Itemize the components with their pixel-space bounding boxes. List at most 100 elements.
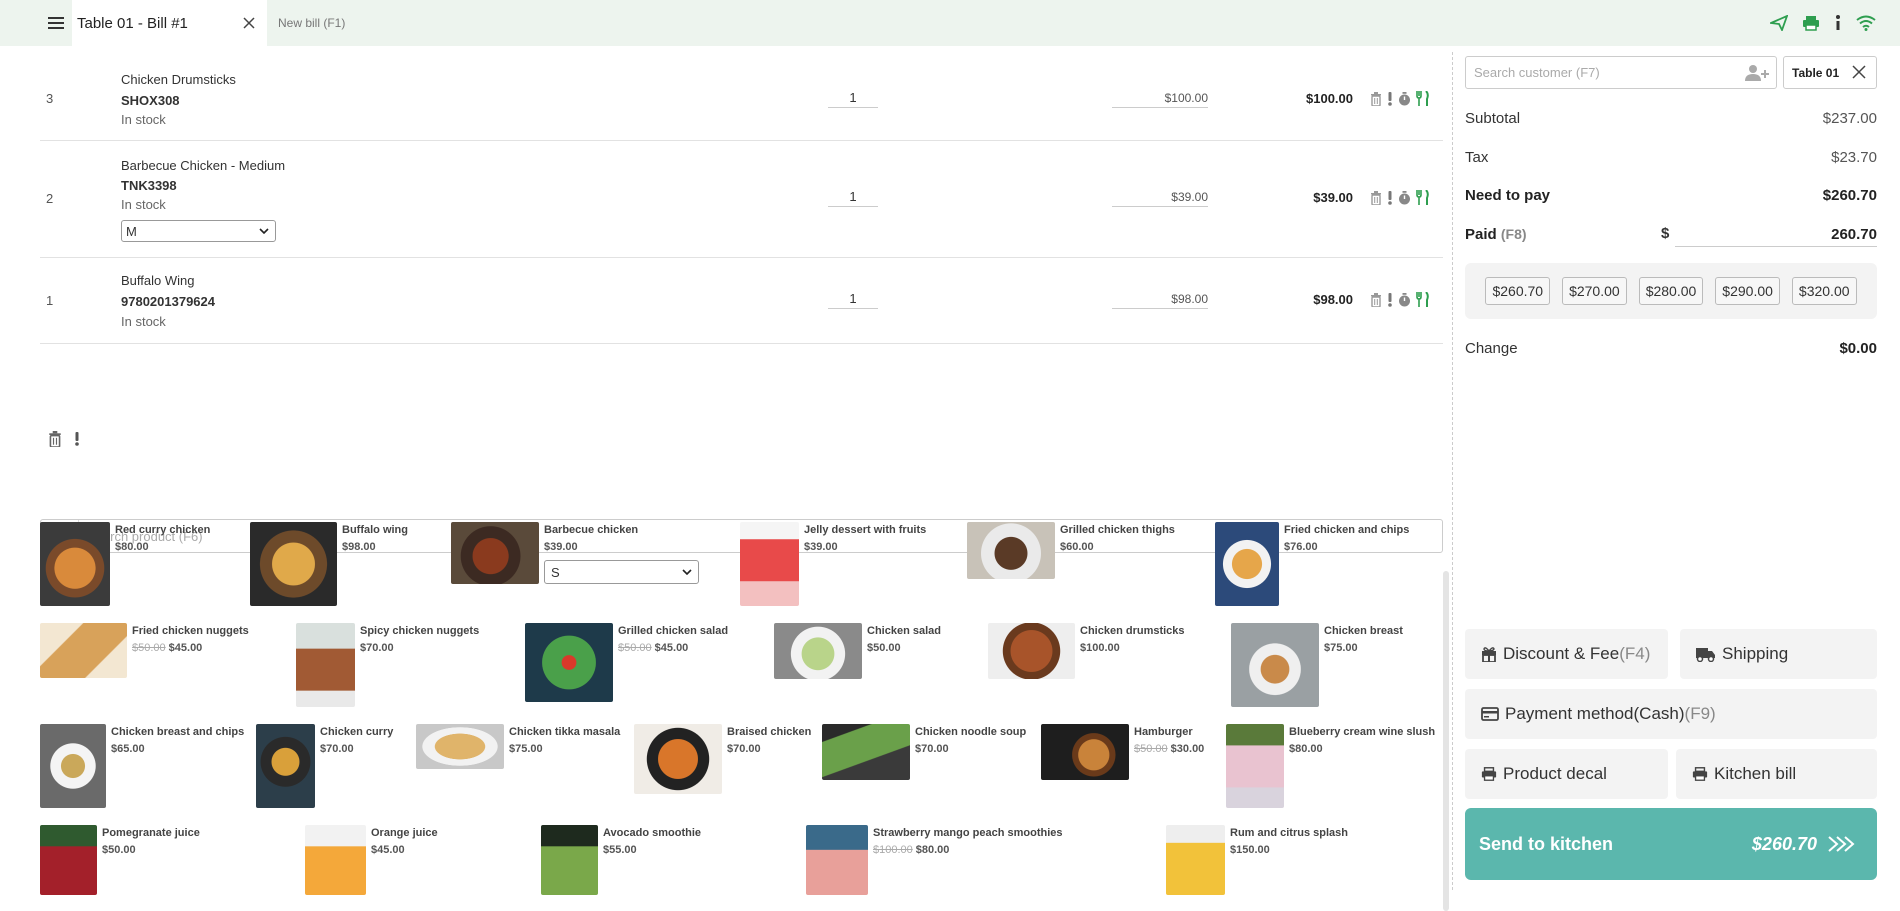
line-qty-input[interactable]: 1 bbox=[828, 187, 878, 207]
line-total: $100.00 bbox=[1306, 91, 1353, 106]
product-card[interactable]: Strawberry mango peach smoothies $100.00 $… bbox=[806, 825, 1063, 895]
exclamation-icon[interactable] bbox=[74, 431, 80, 447]
product-price: $80.00 bbox=[915, 844, 950, 856]
product-size-select[interactable]: S bbox=[544, 560, 699, 584]
product-card[interactable]: Chicken breast and chips $65.00 bbox=[40, 724, 244, 808]
remove-table-button[interactable] bbox=[1852, 65, 1866, 79]
tab-new-bill[interactable]: New bill (F1) bbox=[278, 16, 345, 30]
product-price: $76.00 bbox=[1284, 541, 1318, 553]
trash-icon[interactable] bbox=[1370, 190, 1382, 205]
product-card[interactable]: Chicken breast $75.00 bbox=[1231, 623, 1403, 707]
line-price-input[interactable]: $100.00 bbox=[1112, 88, 1208, 108]
product-card[interactable]: Orange juice $45.00 bbox=[305, 825, 438, 895]
customer-search-input[interactable] bbox=[1474, 65, 1734, 80]
product-card[interactable]: Pomegranate juice $50.00 bbox=[40, 825, 200, 895]
product-name: Chicken salad bbox=[867, 625, 941, 637]
product-card[interactable]: Blueberry cream wine slush $80.00 bbox=[1226, 724, 1435, 808]
close-icon bbox=[1852, 65, 1866, 79]
product-image bbox=[967, 522, 1055, 579]
paid-input[interactable]: 260.70 bbox=[1675, 223, 1877, 247]
line-qty-input[interactable]: 1 bbox=[828, 88, 878, 108]
quick-amount-button[interactable]: $290.00 bbox=[1715, 277, 1780, 305]
product-card[interactable]: Barbecue chicken $39.00 S bbox=[451, 522, 699, 584]
line-sku: TNK3398 bbox=[121, 178, 177, 193]
product-image bbox=[40, 522, 110, 606]
exclamation-icon[interactable] bbox=[1387, 190, 1393, 205]
wifi-icon[interactable] bbox=[1856, 15, 1876, 31]
hamburger-icon bbox=[48, 17, 64, 29]
product-card[interactable]: Fried chicken and chips $76.00 bbox=[1215, 522, 1409, 606]
printer-icon bbox=[1481, 766, 1497, 782]
send-to-kitchen-button[interactable]: Send to kitchen $260.70 bbox=[1465, 808, 1877, 880]
printer-icon bbox=[1692, 766, 1708, 782]
menu-button[interactable] bbox=[41, 8, 71, 38]
line-qty-input[interactable]: 1 bbox=[828, 289, 878, 309]
line-price-input[interactable]: $39.00 bbox=[1112, 187, 1208, 207]
printer-icon[interactable] bbox=[1802, 15, 1820, 31]
line-price-input[interactable]: $98.00 bbox=[1112, 289, 1208, 309]
kitchen-bill-button[interactable]: Kitchen bill bbox=[1676, 749, 1877, 799]
utensils-icon[interactable] bbox=[1416, 91, 1429, 106]
line-size-select[interactable]: M bbox=[121, 220, 276, 242]
product-card[interactable]: Chicken tikka masala $75.00 bbox=[416, 724, 620, 769]
product-name: Buffalo wing bbox=[342, 524, 408, 536]
line-index: 3 bbox=[46, 91, 54, 106]
timer-icon[interactable] bbox=[1398, 292, 1411, 307]
paid-row: Paid (F8) $ 260.70 bbox=[1465, 223, 1877, 249]
trash-icon[interactable] bbox=[1370, 91, 1382, 106]
change-label: Change bbox=[1465, 340, 1518, 357]
quick-amount-button[interactable]: $270.00 bbox=[1562, 277, 1627, 305]
exclamation-icon[interactable] bbox=[1387, 91, 1393, 106]
product-card[interactable]: Chicken salad $50.00 bbox=[774, 623, 941, 679]
line-sku: 9780201379624 bbox=[121, 294, 215, 309]
product-card[interactable]: Spicy chicken nuggets $70.00 bbox=[296, 623, 479, 707]
product-card[interactable]: Chicken curry $70.00 bbox=[256, 724, 393, 808]
product-name: Grilled chicken thighs bbox=[1060, 524, 1175, 536]
product-card[interactable]: Chicken noodle soup $70.00 bbox=[822, 724, 1026, 780]
product-card[interactable]: Jelly dessert with fruits $39.00 bbox=[740, 522, 926, 606]
add-customer-button[interactable] bbox=[1744, 64, 1770, 82]
product-name: Chicken curry bbox=[320, 726, 394, 738]
product-card[interactable]: Grilled chicken salad $50.00 $45.00 bbox=[525, 623, 728, 702]
product-image bbox=[250, 522, 337, 606]
product-card[interactable]: Grilled chicken thighs $60.00 bbox=[967, 522, 1175, 579]
quick-amount-button[interactable]: $280.00 bbox=[1638, 277, 1704, 305]
line-stock: In stock bbox=[121, 197, 166, 212]
product-card[interactable]: Red curry chicken $80.00 bbox=[40, 522, 210, 606]
product-card[interactable]: Hamburger $50.00 $30.00 bbox=[1041, 724, 1204, 780]
tab-current-bill[interactable]: Table 01 - Bill #1 bbox=[72, 0, 267, 46]
product-card[interactable]: Braised chicken $70.00 bbox=[634, 724, 811, 794]
discount-fee-button[interactable]: Discount & Fee (F4) bbox=[1465, 629, 1668, 679]
shipping-button[interactable]: Shipping bbox=[1680, 629, 1877, 679]
utensils-icon[interactable] bbox=[1416, 292, 1429, 307]
product-decal-label: Product decal bbox=[1503, 764, 1607, 783]
product-decal-button[interactable]: Product decal bbox=[1465, 749, 1668, 799]
exclamation-icon[interactable] bbox=[1387, 292, 1393, 307]
info-icon[interactable] bbox=[1834, 15, 1842, 31]
trash-icon[interactable] bbox=[48, 431, 62, 447]
tab-close-button[interactable] bbox=[241, 15, 257, 31]
product-price: $100.00 bbox=[1080, 642, 1120, 654]
product-card[interactable]: Avocado smoothie $55.00 bbox=[541, 825, 701, 895]
product-price: $50.00 bbox=[102, 844, 136, 856]
product-card[interactable]: Fried chicken nuggets $50.00 $45.00 bbox=[40, 623, 249, 678]
product-price: $75.00 bbox=[509, 743, 543, 755]
timer-icon[interactable] bbox=[1398, 91, 1411, 106]
product-price: $150.00 bbox=[1230, 844, 1270, 856]
product-name: Rum and citrus splash bbox=[1230, 827, 1348, 839]
need-to-pay-row: Need to pay $260.70 bbox=[1465, 187, 1877, 204]
timer-icon[interactable] bbox=[1398, 190, 1411, 205]
utensils-icon[interactable] bbox=[1416, 190, 1429, 205]
product-price: $60.00 bbox=[1060, 541, 1094, 553]
product-card[interactable]: Buffalo wing $98.00 bbox=[250, 522, 408, 606]
product-card[interactable]: Rum and citrus splash $150.00 bbox=[1166, 825, 1348, 895]
product-scrollbar[interactable] bbox=[1443, 571, 1449, 911]
quick-amount-button[interactable]: $260.70 bbox=[1485, 277, 1551, 305]
payment-method-button[interactable]: Payment method(Cash) (F9) bbox=[1465, 689, 1877, 739]
product-card[interactable]: Chicken drumsticks $100.00 bbox=[988, 623, 1185, 679]
quick-amount-button[interactable]: $320.00 bbox=[1791, 277, 1857, 305]
subtotal-value: $237.00 bbox=[1822, 110, 1877, 127]
discount-fee-label: Discount & Fee bbox=[1503, 644, 1620, 663]
trash-icon[interactable] bbox=[1370, 292, 1382, 307]
send-icon[interactable] bbox=[1770, 15, 1788, 31]
